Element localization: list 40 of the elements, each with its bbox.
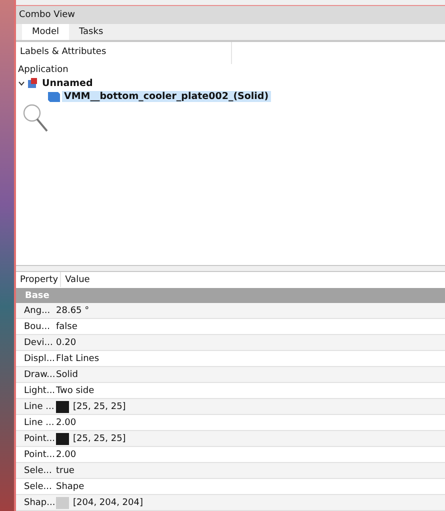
property-value: true [56,466,74,476]
column-header: Labels & Attributes [16,42,232,64]
property-name: Sele... [23,466,52,476]
cube-icon [48,90,60,102]
property-name: Displ... [23,354,52,364]
property-name: Point... [23,434,52,444]
property-value: [204, 204, 204] [73,498,144,508]
property-name: Draw... [23,370,52,380]
tree-item[interactable]: Unnamed [40,78,95,89]
property-value: 2.00 [56,418,76,428]
property-value: [25, 25, 25] [73,434,126,444]
column-header: Value [64,274,90,284]
property-value: Solid [56,370,78,380]
property-name: Point... [23,450,52,460]
document-icon [27,78,38,89]
property-name: Devi... [23,338,52,348]
property-value: 0.20 [56,338,76,348]
property-value: [25, 25, 25] [73,402,126,412]
property-name: Line ... [23,418,52,428]
column-header: Property [16,272,62,287]
magnifier-icon [22,102,50,133]
property-name: Line ... [23,402,52,412]
tab[interactable]: Model [22,24,70,40]
panel-title: Combo View [16,5,445,24]
tab[interactable]: Tasks [69,24,114,40]
tree-item[interactable]: VMM__bottom_cooler_plate002_(Solid) [62,90,271,102]
property-name: Bou... [23,322,51,332]
property-value: 2.00 [56,450,76,460]
property-value: 28.65 ° [56,306,90,316]
property-name: Ang... [23,306,52,316]
property-name: Light... [23,386,52,396]
property-value: Shape [56,482,84,492]
tree-root: Application [18,65,68,76]
property-value: Flat Lines [56,354,100,364]
property-name: Shap... [23,498,52,508]
property-name: Sele... [23,482,52,492]
group-header: Base [16,288,445,303]
property-value: false [56,322,78,332]
property-value: Two side [56,386,94,396]
chevron-icon[interactable] [18,80,25,87]
